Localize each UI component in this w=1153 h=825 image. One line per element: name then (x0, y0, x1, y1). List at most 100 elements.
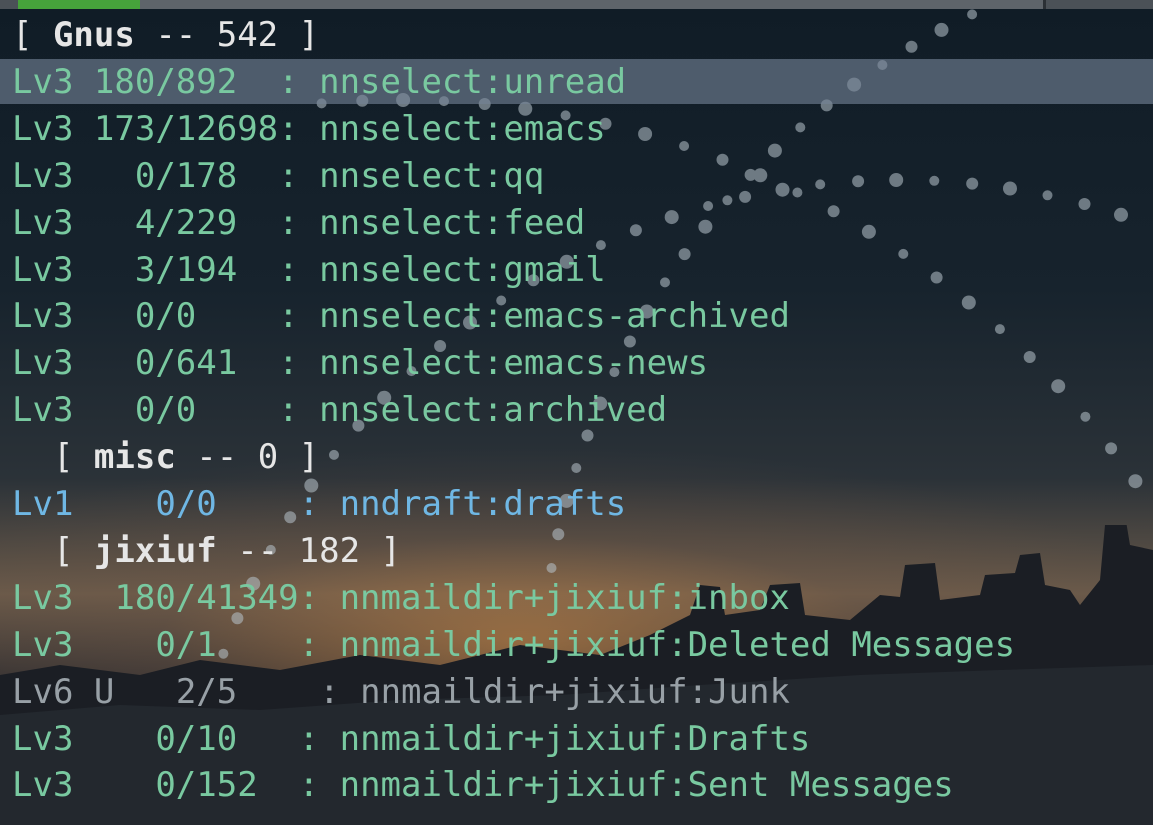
group-colon: : (298, 718, 340, 759)
background-dot (722, 195, 733, 206)
topic-close-bracket: ] (360, 530, 401, 571)
tab[interactable] (488, 0, 741, 9)
group-counts: 2/5 (175, 671, 238, 712)
group-level: Lv3 (12, 765, 74, 806)
topic-header[interactable]: [ Gnus -- 542 ] (12, 12, 319, 58)
group-line[interactable]: Lv6 U 2/5 : nnmaildir+jixiuf:Junk (12, 669, 790, 715)
group-name: nnselect:qq (319, 155, 545, 196)
background-dot (861, 224, 876, 239)
group-counts: 0/0 (134, 390, 197, 431)
background-dot (1042, 190, 1053, 201)
background-dot (638, 127, 653, 141)
group-level: Lv3 (12, 343, 74, 384)
tab[interactable] (252, 0, 491, 9)
background-dot (664, 210, 679, 225)
group-name: nnmaildir+jixiuf:Drafts (339, 718, 811, 759)
group-line[interactable]: Lv3 0/152 : nnmaildir+jixiuf:Sent Messag… (12, 762, 954, 808)
group-name: nnmaildir+jixiuf:Deleted Messages (339, 624, 1016, 665)
background-dot (934, 22, 949, 37)
topic-indent (12, 531, 53, 571)
group-line-selected[interactable]: Lv3 180/892 : nnselect:unread (12, 59, 626, 105)
group-colon: : (278, 249, 320, 290)
background-dot (1051, 379, 1066, 394)
group-colon: : (298, 577, 340, 618)
group-level: Lv3 (12, 155, 74, 196)
background-dot (792, 187, 803, 198)
background-dot (889, 173, 904, 187)
topic-header[interactable]: [ jixiuf -- 182 ] (12, 528, 401, 574)
group-line[interactable]: Lv3 173/12698: nnselect:emacs (12, 106, 606, 152)
background-dot (827, 205, 840, 218)
background-dot (660, 277, 670, 288)
background-dot (329, 449, 339, 460)
background-dot (815, 179, 826, 190)
group-level: Lv6 (12, 671, 74, 712)
group-level: Lv3 (12, 624, 74, 665)
background-dot (898, 248, 909, 259)
group-line[interactable]: Lv3 4/229 : nnselect:feed (12, 200, 585, 246)
group-colon: : (278, 296, 320, 337)
group-colon: : (278, 343, 320, 384)
background-dot (1080, 411, 1091, 422)
group-line[interactable]: Lv3 0/10 : nnmaildir+jixiuf:Drafts (12, 716, 810, 762)
group-name: nnselect:feed (319, 202, 586, 243)
group-level: Lv3 (12, 296, 74, 337)
background-dot (1128, 474, 1143, 489)
topic-name: Gnus (52, 15, 135, 55)
group-level: Lv3 (12, 249, 74, 290)
group-line[interactable]: Lv3 0/1 : nnmaildir+jixiuf:Deleted Messa… (12, 622, 1015, 668)
group-level: Lv3 (12, 61, 74, 102)
tab-active[interactable] (18, 0, 143, 9)
group-counts: 173/12698 (93, 108, 279, 149)
background-dot (852, 175, 865, 188)
group-name: nnselect:emacs-archived (319, 296, 790, 337)
group-line[interactable]: Lv1 0/0 : nndraft:drafts (12, 481, 626, 527)
topic-separator: -- (134, 15, 217, 55)
group-mark: U (93, 671, 115, 712)
group-line[interactable]: Lv3 0/0 : nnselect:emacs-archived (12, 293, 790, 339)
topic-separator: -- (216, 530, 299, 571)
group-line[interactable]: Lv3 0/0 : nnselect:archived (12, 387, 667, 433)
group-name: nnselect:archived (319, 390, 668, 431)
background-dot (753, 168, 768, 183)
group-level: Lv3 (12, 718, 74, 759)
topic-count: 542 (216, 15, 279, 55)
tab[interactable] (140, 0, 255, 9)
topic-header[interactable]: [ misc -- 0 ] (12, 434, 319, 480)
background-dot (905, 40, 918, 53)
topic-count: 182 (298, 530, 361, 571)
background-dot (1023, 351, 1036, 363)
group-name: nnmaildir+jixiuf:inbox (339, 577, 790, 618)
tab[interactable] (738, 0, 1046, 9)
group-line[interactable]: Lv3 0/641 : nnselect:emacs-news (12, 340, 708, 386)
topic-close-bracket: ] (278, 437, 320, 478)
group-counts: 0/152 (155, 765, 258, 806)
group-line[interactable]: Lv3 180/41349: nnmaildir+jixiuf:inbox (12, 575, 790, 621)
group-line[interactable]: Lv3 0/178 : nnselect:qq (12, 153, 544, 199)
group-name: nnselect:emacs (319, 108, 606, 149)
group-level: Lv3 (12, 202, 74, 243)
group-line[interactable]: Lv3 3/194 : nnselect:gmail (12, 247, 606, 293)
